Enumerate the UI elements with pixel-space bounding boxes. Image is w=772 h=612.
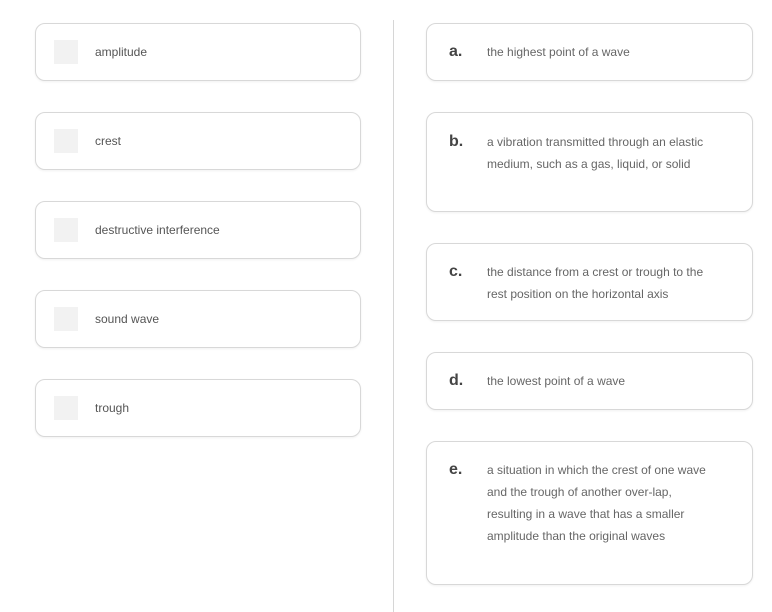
definition-text: the lowest point of a wave (487, 374, 626, 388)
term-card-amplitude[interactable]: amplitude (35, 23, 361, 81)
term-label: sound wave (95, 312, 160, 326)
definition-letter: e. (449, 461, 463, 478)
definition-card-e[interactable]: e. a situation in which the crest of one… (426, 441, 753, 585)
definition-card-b[interactable]: b. a vibration transmitted through an el… (426, 112, 753, 212)
term-label: amplitude (95, 45, 148, 59)
matching-exercise: amplitude crest destructive interference… (0, 0, 772, 612)
term-card-sound-wave[interactable]: sound wave (35, 290, 361, 348)
definition-card-c[interactable]: c. the distance from a crest or trough t… (426, 243, 753, 321)
answer-drop-slot[interactable] (54, 40, 78, 64)
definition-text: a vibration transmitted through an elast… (487, 135, 704, 171)
term-label: trough (95, 401, 130, 415)
column-divider (393, 20, 394, 612)
term-card-crest[interactable]: crest (35, 112, 361, 170)
definition-card-a[interactable]: a. the highest point of a wave (426, 23, 753, 81)
answer-drop-slot[interactable] (54, 129, 78, 153)
term-label: crest (95, 134, 122, 148)
definition-letter: a. (449, 43, 463, 60)
answer-drop-slot[interactable] (54, 307, 78, 331)
term-label: destructive interference (95, 223, 220, 237)
definition-letter: c. (449, 263, 463, 280)
definition-letter: b. (449, 133, 464, 150)
definition-text: the highest point of a wave (487, 45, 630, 59)
answer-drop-slot[interactable] (54, 396, 78, 420)
term-card-trough[interactable]: trough (35, 379, 361, 437)
definition-letter: d. (449, 372, 464, 389)
definition-text: a situation in which the crest of one wa… (487, 463, 706, 543)
definition-card-d[interactable]: d. the lowest point of a wave (426, 352, 753, 410)
term-card-destructive-interference[interactable]: destructive interference (35, 201, 361, 259)
answer-drop-slot[interactable] (54, 218, 78, 242)
definition-text: the distance from a crest or trough to t… (487, 265, 704, 301)
